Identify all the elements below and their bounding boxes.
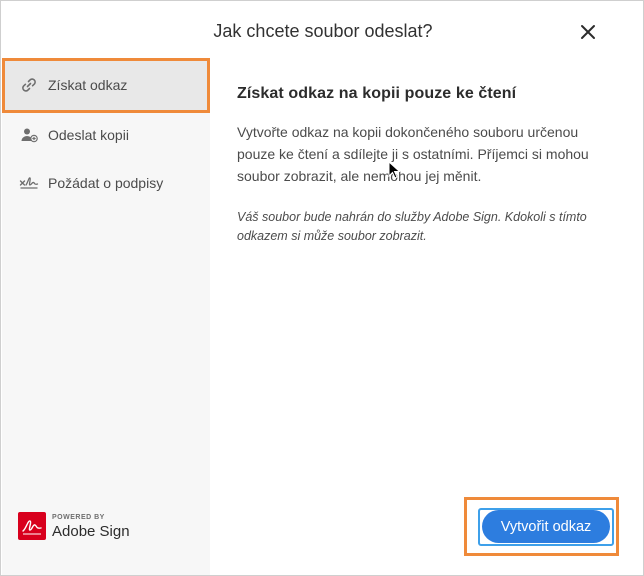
sidebar-item-get-link[interactable]: Získat odkaz (2, 59, 210, 111)
link-icon (19, 75, 39, 95)
dialog-title: Jak chcete soubor odeslat? (213, 21, 433, 41)
content-heading: Získat odkaz na kopii pouze ke čtení (237, 85, 517, 102)
close-icon (581, 25, 595, 39)
sidebar: Získat odkaz Odeslat kopii Požádat o pod… (2, 59, 210, 575)
powered-by-label: POWERED BY (52, 514, 105, 521)
share-dialog: Jak chcete soubor odeslat? Získat odkaz (0, 0, 644, 576)
sidebar-item-request-signatures[interactable]: Požádat o podpisy (2, 157, 210, 209)
signature-icon (19, 173, 39, 193)
sidebar-item-label: Odeslat kopii (48, 127, 129, 143)
brand-name: Adobe Sign (52, 523, 130, 540)
content-panel: Získat odkaz na kopii pouze ke čtení Vyt… (237, 85, 607, 246)
sidebar-item-label: Získat odkaz (48, 77, 128, 93)
close-button[interactable] (575, 19, 601, 45)
dialog-header: Jak chcete soubor odeslat? (1, 1, 644, 59)
upload-note: Váš soubor bude nahrán do služby Adobe S… (237, 210, 587, 243)
adobe-sign-logo-icon (18, 512, 46, 540)
create-link-button[interactable]: Vytvořit odkaz (482, 510, 610, 543)
sidebar-item-send-copy[interactable]: Odeslat kopii (2, 109, 210, 161)
content-description: Vytvořte odkaz na kopii dokončeného soub… (237, 124, 589, 184)
add-person-icon (19, 125, 39, 145)
sidebar-item-label: Požádat o podpisy (48, 175, 164, 191)
